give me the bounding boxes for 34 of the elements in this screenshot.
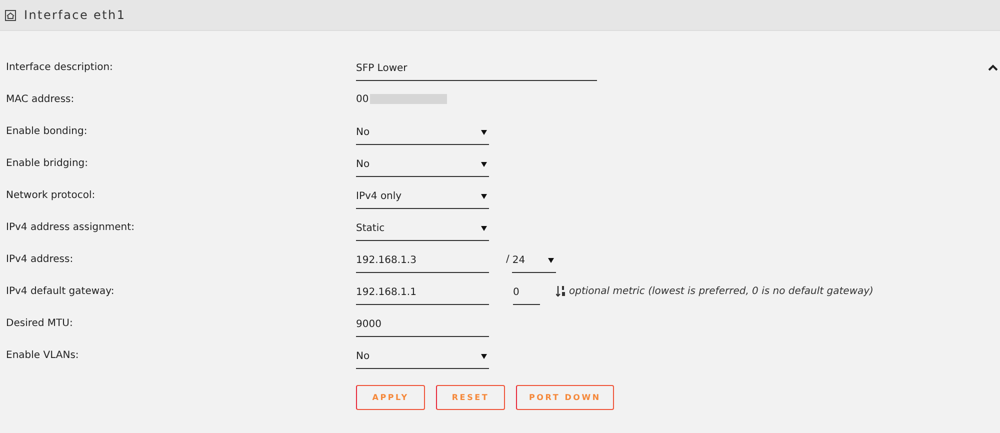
caret-icon bbox=[548, 258, 554, 262]
field-value: 00 bbox=[356, 94, 369, 104]
hint-text: optional metric (lowest is preferred, 0 is no default gateway) bbox=[569, 286, 874, 296]
panel-title: Interface eth1 bbox=[24, 8, 126, 22]
dropdown[interactable]: Static bbox=[356, 219, 489, 241]
input-field[interactable]: 192.168.1.1 bbox=[356, 283, 489, 305]
input-field[interactable]: 0 bbox=[513, 283, 540, 305]
field-label: IPv4 default gateway: bbox=[5, 286, 116, 296]
caret-icon bbox=[481, 226, 487, 230]
field-label: Interface description: bbox=[5, 62, 114, 72]
field-label: Enable bonding: bbox=[5, 126, 88, 136]
input-field[interactable]: 9000 bbox=[356, 315, 489, 337]
dropdown[interactable]: No bbox=[356, 155, 489, 177]
field-label: IPv4 address: bbox=[5, 254, 74, 264]
prefix-separator: / bbox=[506, 254, 510, 264]
dropdown[interactable]: 24 bbox=[512, 251, 556, 273]
caret-icon bbox=[481, 194, 487, 198]
field-label: Network protocol: bbox=[5, 190, 96, 200]
field-label: Desired MTU: bbox=[5, 318, 74, 328]
dropdown[interactable]: IPv4 only bbox=[356, 187, 489, 209]
sort-icon bbox=[556, 285, 566, 297]
caret-icon bbox=[481, 130, 487, 134]
input-field[interactable]: SFP Lower bbox=[356, 59, 597, 81]
field-label: Enable bridging: bbox=[5, 158, 90, 168]
field-label: MAC address: bbox=[5, 94, 76, 104]
dropdown[interactable]: No bbox=[356, 123, 489, 145]
caret-icon bbox=[481, 162, 487, 166]
field-label: IPv4 address assignment: bbox=[5, 222, 136, 232]
dropdown[interactable]: No bbox=[356, 347, 489, 369]
collapse-icon[interactable] bbox=[988, 64, 998, 71]
caret-icon bbox=[481, 354, 487, 358]
field-label: Enable VLANs: bbox=[5, 350, 80, 360]
input-field[interactable]: 192.168.1.3 bbox=[356, 251, 489, 273]
home-icon bbox=[5, 10, 16, 20]
